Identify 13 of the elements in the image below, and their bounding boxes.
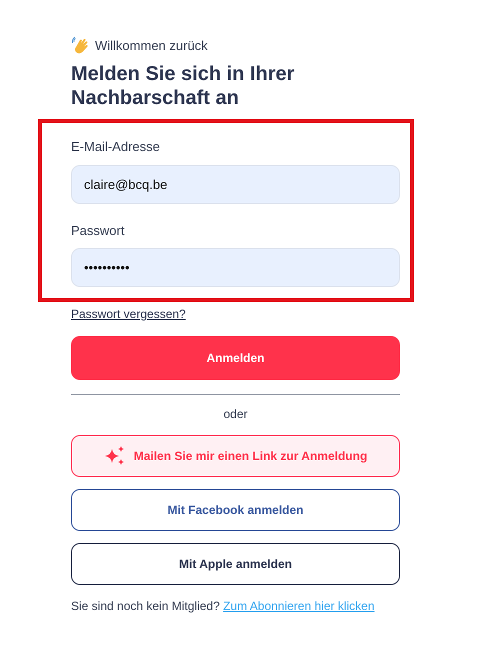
field-label: E-Mail-Adresse xyxy=(71,138,160,156)
apple-login-button[interactable]: Mit Apple anmelden xyxy=(71,543,400,585)
field-label: Passwort xyxy=(71,222,124,240)
page-heading: Melden Sie sich in Ihrer Nachbarschaft an xyxy=(71,62,296,110)
input-field[interactable]: •••••••••• xyxy=(71,248,400,287)
facebook-login-button[interactable]: Mit Facebook anmelden xyxy=(71,489,400,531)
forgot-password-link[interactable]: Passwort vergessen? xyxy=(71,305,186,323)
greeting-text: Willkommen zurück xyxy=(95,37,208,56)
login-button[interactable]: Anmelden xyxy=(71,336,400,380)
signup-prompt: Sie sind noch kein Mitglied? Zum Abonnieren hier klicken xyxy=(71,599,376,614)
divider-label: oder xyxy=(222,406,249,423)
input-field[interactable]: claire@bcq.be xyxy=(71,164,400,204)
sparkle-icon xyxy=(104,445,126,467)
